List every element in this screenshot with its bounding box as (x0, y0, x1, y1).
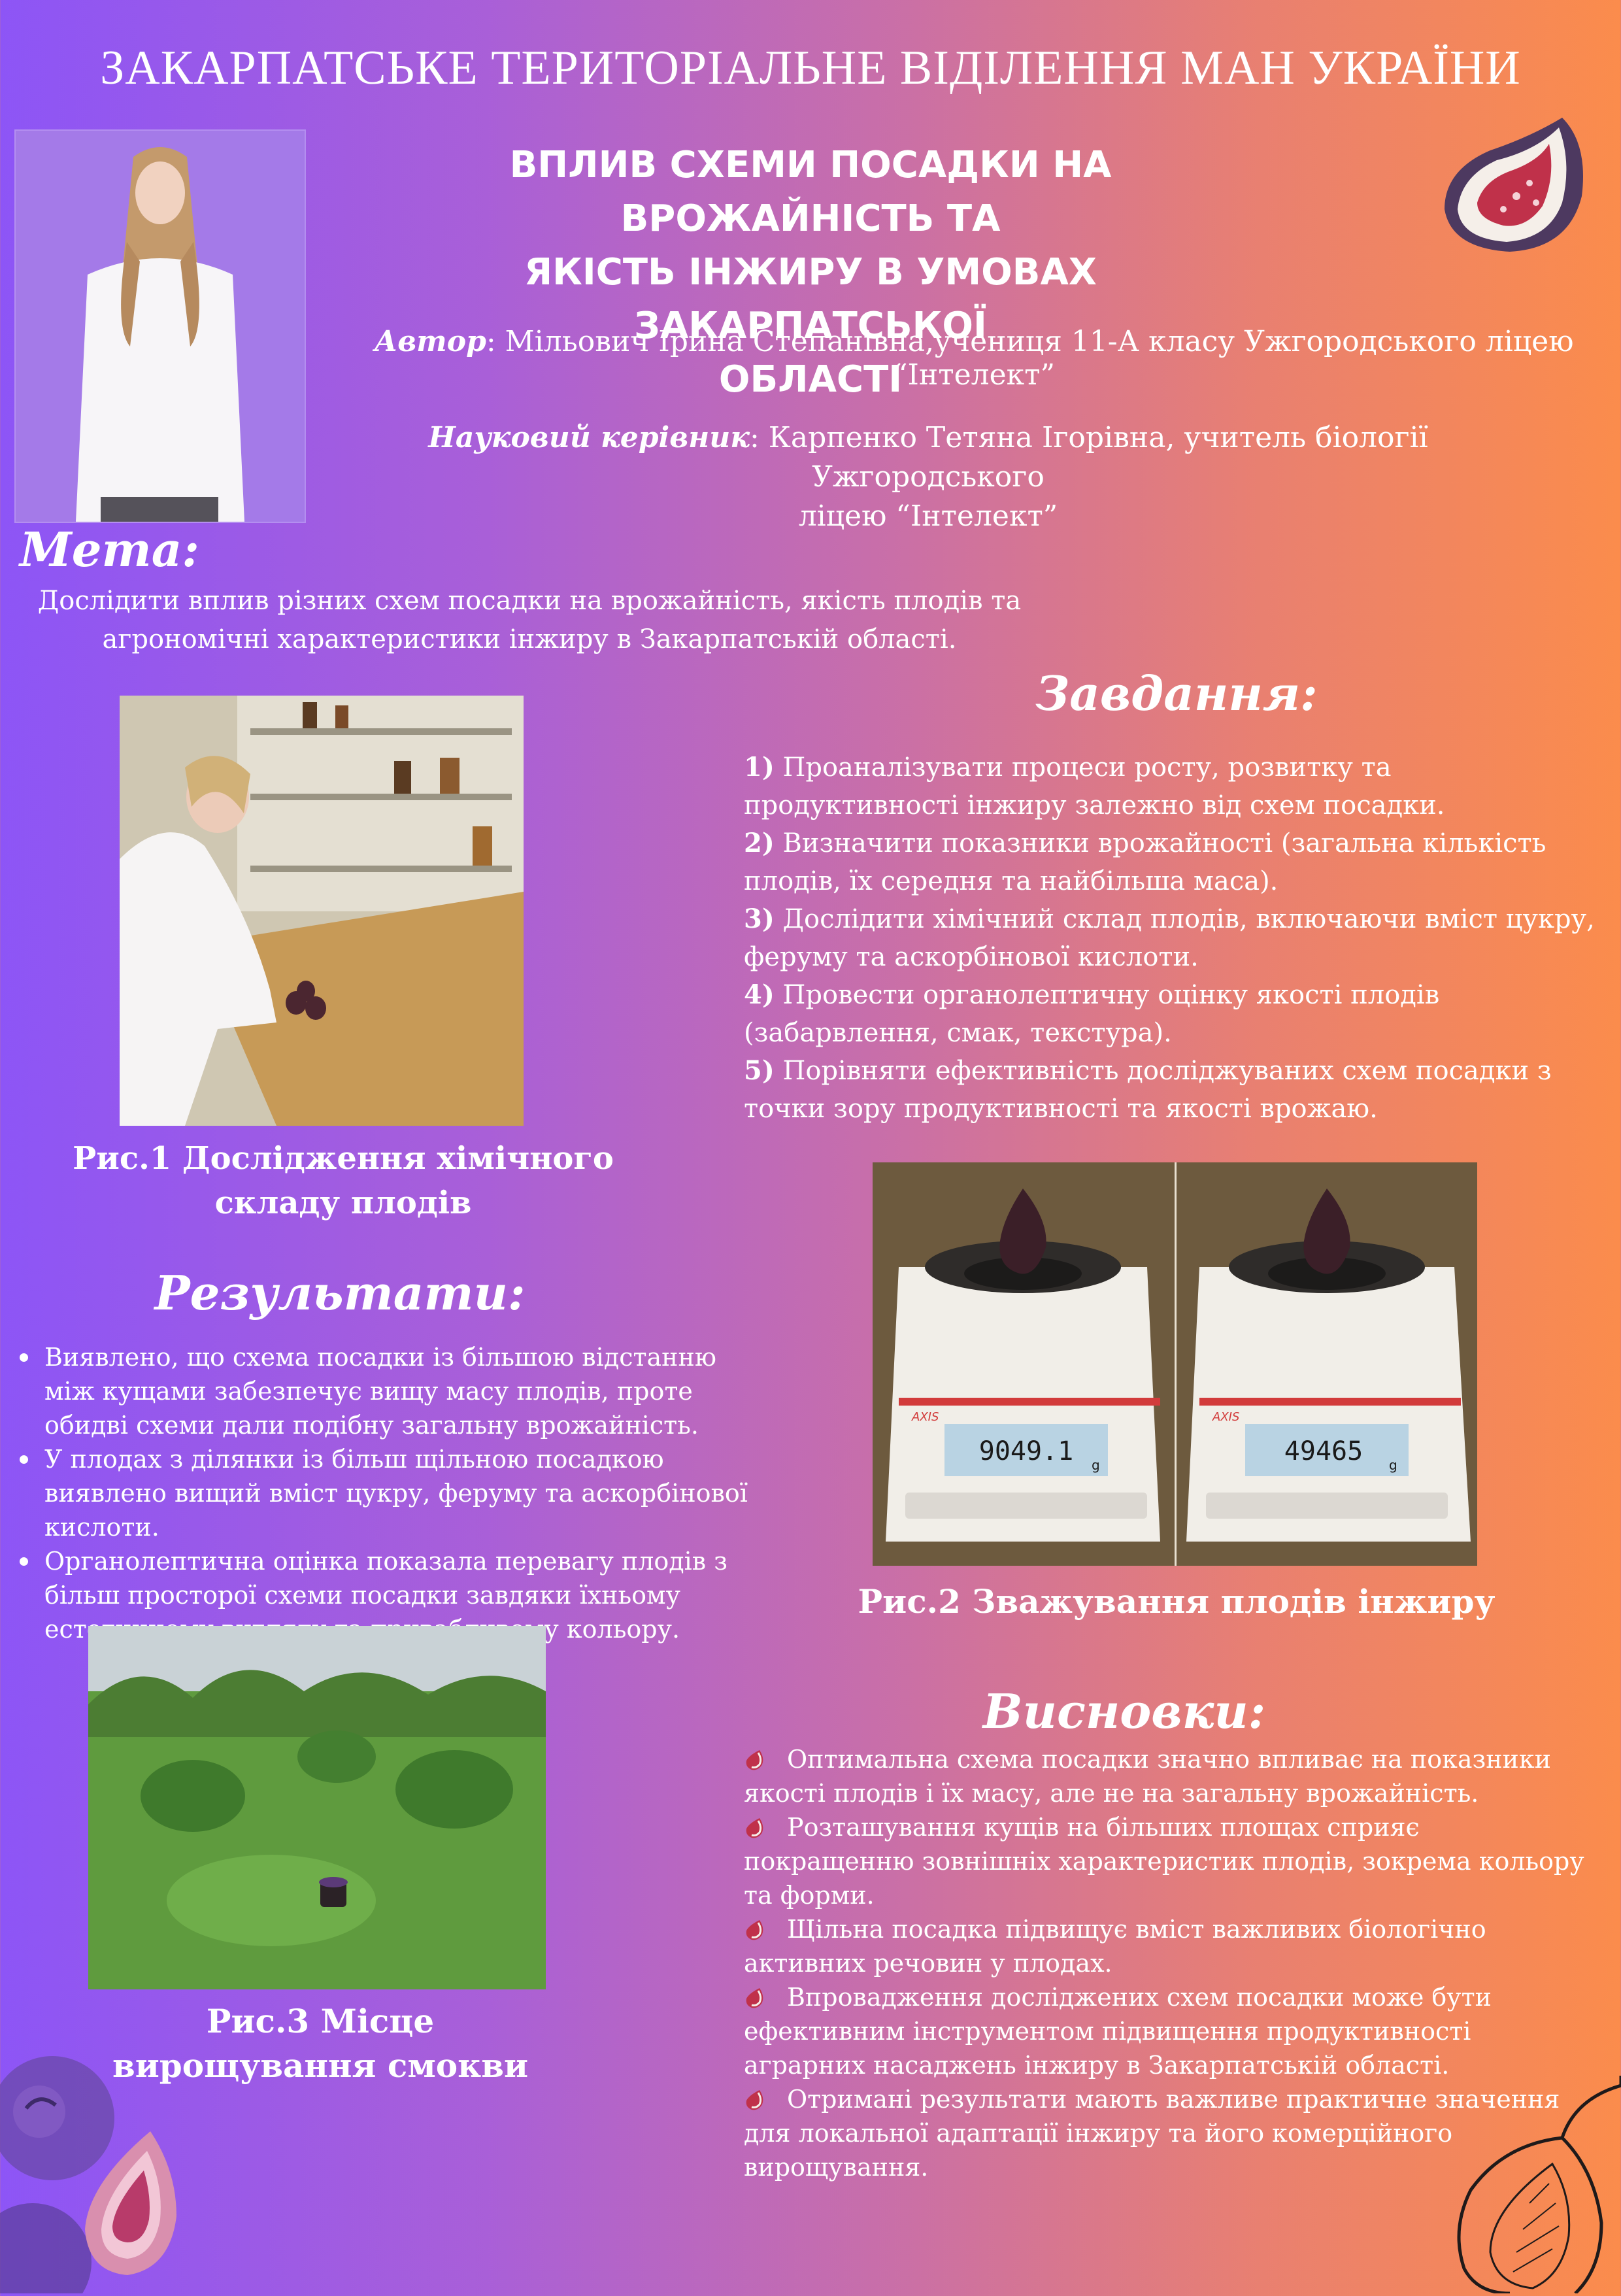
figure-1-caption: Рис.1 Дослідження хімічного складу плоді… (73, 1140, 614, 1221)
scale-right-readout: 49465 (1284, 1436, 1363, 1466)
results-heading: Результати: (154, 1265, 526, 1321)
conclusions-heading: Висновки: (982, 1683, 1266, 1739)
tasks-list: 1) Проаналізувати процеси росту, розвитк… (744, 749, 1613, 1128)
fig-sketch-icon (1425, 2072, 1621, 2295)
advisor-line: Науковий керівник: Карпенко Тетяна Ігорі… (314, 418, 1543, 536)
list-item: 3) Дослідити хімічний склад плодів, вклю… (744, 903, 1595, 972)
author-photo (14, 129, 306, 523)
fig-bullet-icon (746, 1988, 763, 2008)
organization-title: ЗАКАРПАТСЬКЕ ТЕРИТОРІАЛЬНЕ ВІДІЛЕННЯ МАН… (100, 41, 1521, 95)
list-item: Розташування кущів на більших площах спр… (744, 1813, 1584, 1910)
list-item: Щільна посадка підвищує вміст важливих б… (744, 1915, 1486, 1978)
goal-heading: Мета: (20, 522, 199, 577)
scale-photo: 9049.1 g AXIS 49465 g AXIS (873, 1162, 1477, 1566)
author-text: : Мільович Ірина Степанівна,учениця 11-А… (486, 325, 1574, 392)
figs-watercolor-icon (0, 2046, 203, 2296)
scale-left-readout: 9049.1 (979, 1436, 1074, 1466)
lab-photo (120, 696, 524, 1126)
list-item: 2) Визначити показники врожайності (зага… (744, 828, 1546, 896)
list-item: 1) Проаналізувати процеси росту, розвитк… (744, 752, 1445, 820)
list-item: Виявлено, що схема посадки із більшою ві… (16, 1340, 767, 1442)
advisor-label: Науковий керівник (428, 421, 750, 454)
figure-2-caption: Рис.2 Зважування плодів інжиру (858, 1582, 1496, 1621)
advisor-text: : Карпенко Тетяна Ігорівна, учитель біол… (750, 421, 1428, 494)
list-item: 4) Провести органолептичну оцінку якості… (744, 979, 1440, 1048)
fig-bullet-icon (746, 1920, 763, 1940)
list-item: Оптимальна схема посадки значно впливає … (744, 1745, 1551, 1808)
list-item: Впровадження досліджених схем посадки мо… (744, 1983, 1492, 2080)
author-line: Автор: Мільович Ірина Степанівна,учениця… (327, 325, 1621, 392)
goal-text: Дослідити вплив різних схем посадки на в… (37, 586, 1022, 654)
fig-bullet-icon (746, 1750, 763, 1770)
fig-bullet-icon (746, 1818, 763, 1838)
list-item: У плодах з ділянки із більш щільною поса… (16, 1442, 767, 1544)
author-label: Автор (374, 325, 486, 358)
svg-text:AXIS: AXIS (1212, 1410, 1239, 1424)
svg-text:AXIS: AXIS (911, 1410, 939, 1424)
advisor-text-2: ліцею “Інтелект” (798, 499, 1058, 533)
tasks-heading: Завдання: (1035, 666, 1318, 721)
results-list: Виявлено, що схема посадки із більшою ві… (16, 1340, 767, 1646)
svg-text:g: g (1092, 1457, 1100, 1473)
field-photo (88, 1626, 546, 1989)
fig-illustration-icon (1431, 98, 1595, 262)
svg-text:g: g (1389, 1457, 1397, 1473)
list-item: 5) Порівняти ефективність досліджуваних … (744, 1055, 1552, 1124)
fig-bullet-icon (746, 2090, 763, 2110)
